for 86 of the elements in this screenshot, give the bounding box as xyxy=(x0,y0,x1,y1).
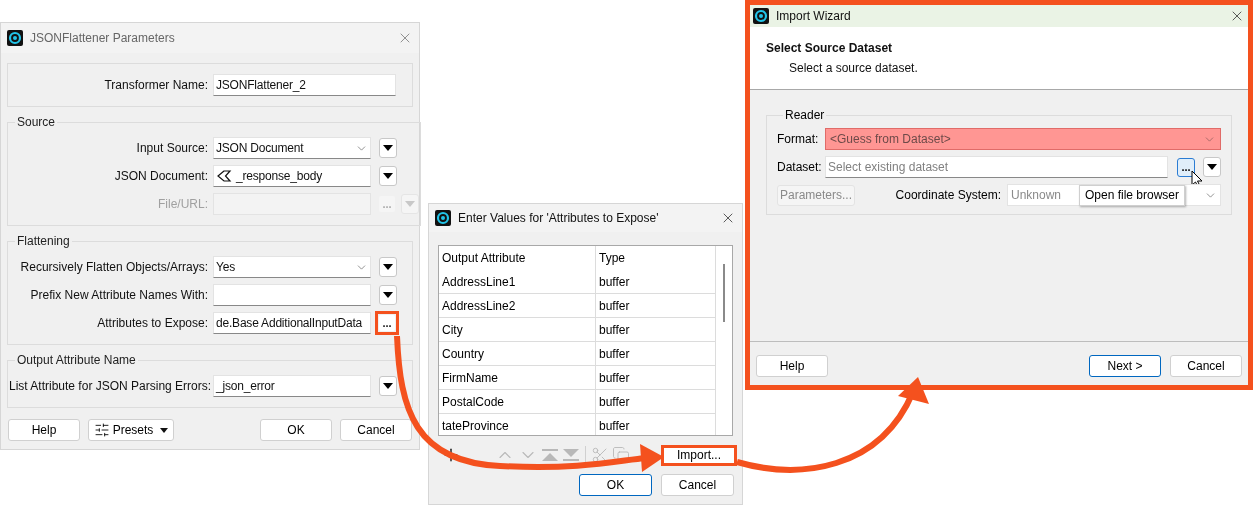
triangle-down-icon xyxy=(383,292,393,298)
table-cell: buffer xyxy=(596,414,716,435)
dropdown-button[interactable] xyxy=(379,138,397,158)
triangle-down-icon xyxy=(383,145,393,151)
import-button[interactable]: Import... xyxy=(664,447,734,463)
table-cell: PostalCode xyxy=(439,390,596,413)
table-cell: FirmName xyxy=(439,366,596,389)
field-value: _response_body xyxy=(236,168,323,185)
column-header[interactable]: Type xyxy=(596,246,716,270)
text-field[interactable]: _response_body xyxy=(213,165,371,187)
table-cell: tateProvince xyxy=(439,414,596,435)
field-label: Prefix New Attribute Names With: xyxy=(29,287,209,304)
sliders-icon xyxy=(93,422,110,438)
dialog-button[interactable]: OK xyxy=(260,419,332,441)
field-label: List Attribute for JSON Parsing Errors: xyxy=(9,378,213,395)
dropdown-field[interactable]: Yes xyxy=(213,256,371,278)
app-icon xyxy=(7,30,23,46)
text-field[interactable]: _json_error xyxy=(213,375,371,397)
window-title: Import Wizard xyxy=(776,8,851,25)
group-title: Reader xyxy=(784,107,826,124)
triangle-down-icon xyxy=(383,264,393,270)
table-cell: buffer xyxy=(596,294,716,317)
dropdown-field[interactable]: <Guess from Dataset> xyxy=(825,128,1221,150)
dialog-button[interactable]: OK xyxy=(579,474,652,496)
field-label: Coordinate System: xyxy=(895,187,1001,204)
field-value: Yes xyxy=(216,259,236,276)
table-cell: buffer xyxy=(596,366,716,389)
text-field[interactable]: de.Base AdditionalInputData xyxy=(213,312,371,334)
text-field[interactable] xyxy=(213,284,371,306)
text-field[interactable]: JSONFlattener_2 xyxy=(213,74,396,96)
group-title: Output Attribute Name xyxy=(16,352,137,369)
attribute-icon xyxy=(216,170,232,182)
table-cell: buffer xyxy=(596,390,716,413)
dialog-button[interactable]: Help xyxy=(8,419,80,441)
app-icon xyxy=(753,8,769,24)
triangle-down-icon xyxy=(383,383,393,389)
field-value: Unknown xyxy=(1011,187,1062,204)
window-title: JSONFlattener Parameters xyxy=(30,30,175,47)
group-title: Flattening xyxy=(16,233,71,250)
dataset-field[interactable]: Select existing dataset xyxy=(825,156,1168,178)
dropdown-button[interactable] xyxy=(379,257,397,277)
presets-button[interactable]: Presets xyxy=(88,419,174,441)
field-label: JSON Document: xyxy=(113,168,209,185)
table-cell: buffer xyxy=(596,342,716,365)
field-value: _json_error xyxy=(216,378,276,395)
caret-icon xyxy=(160,427,169,433)
dropdown-button[interactable] xyxy=(1203,157,1221,177)
dropdown-field[interactable]: JSON Document xyxy=(213,137,371,159)
dialog-button[interactable]: Help xyxy=(756,355,828,377)
field-value: <Guess from Dataset> xyxy=(830,131,952,148)
scrollbar-thumb[interactable] xyxy=(723,264,725,322)
table-cell: City xyxy=(439,318,596,341)
field-value: JSON Document xyxy=(216,140,305,157)
field-label: Attributes to Expose: xyxy=(96,315,209,332)
table-cell: buffer xyxy=(596,318,716,341)
page-subtitle: Select a source dataset. xyxy=(789,60,919,77)
table-cell: AddressLine2 xyxy=(439,294,596,317)
field-label: Input Source: xyxy=(135,140,209,157)
app-icon xyxy=(435,210,451,226)
browse-button[interactable]: ... xyxy=(1177,157,1195,177)
dialog-button[interactable]: Next > xyxy=(1089,355,1161,377)
field-value: de.Base AdditionalInputData xyxy=(216,315,364,332)
dialog-button[interactable]: Cancel xyxy=(1170,355,1242,377)
dropdown-button[interactable] xyxy=(379,166,397,186)
table-cell: buffer xyxy=(596,270,716,293)
dropdown-button[interactable] xyxy=(379,376,397,396)
page-heading: Select Source Dataset xyxy=(766,40,894,57)
triangle-down-icon xyxy=(405,201,415,207)
group-title: Source xyxy=(16,114,57,131)
field-label: Recursively Flatten Objects/Arrays: xyxy=(19,259,209,276)
field-label: Format: xyxy=(777,131,820,148)
window-title: Enter Values for 'Attributes to Expose' xyxy=(458,210,659,227)
dialog-button[interactable]: Cancel xyxy=(661,474,734,496)
triangle-down-icon xyxy=(383,173,393,179)
field-label: Transformer Name: xyxy=(103,77,209,94)
field-label: File/URL: xyxy=(157,196,209,213)
dropdown-button[interactable] xyxy=(379,285,397,305)
column-header[interactable]: Output Attribute xyxy=(439,246,596,270)
field-value: JSONFlattener_2 xyxy=(216,77,307,94)
table-cell: AddressLine1 xyxy=(439,270,596,293)
dialog-button[interactable]: Cancel xyxy=(340,419,412,441)
browse-button[interactable]: ... xyxy=(379,315,395,331)
triangle-down-icon xyxy=(1207,164,1217,170)
tooltip: Open file browser xyxy=(1078,185,1185,206)
table-cell: Country xyxy=(439,342,596,365)
field-label: Dataset: xyxy=(777,159,821,176)
